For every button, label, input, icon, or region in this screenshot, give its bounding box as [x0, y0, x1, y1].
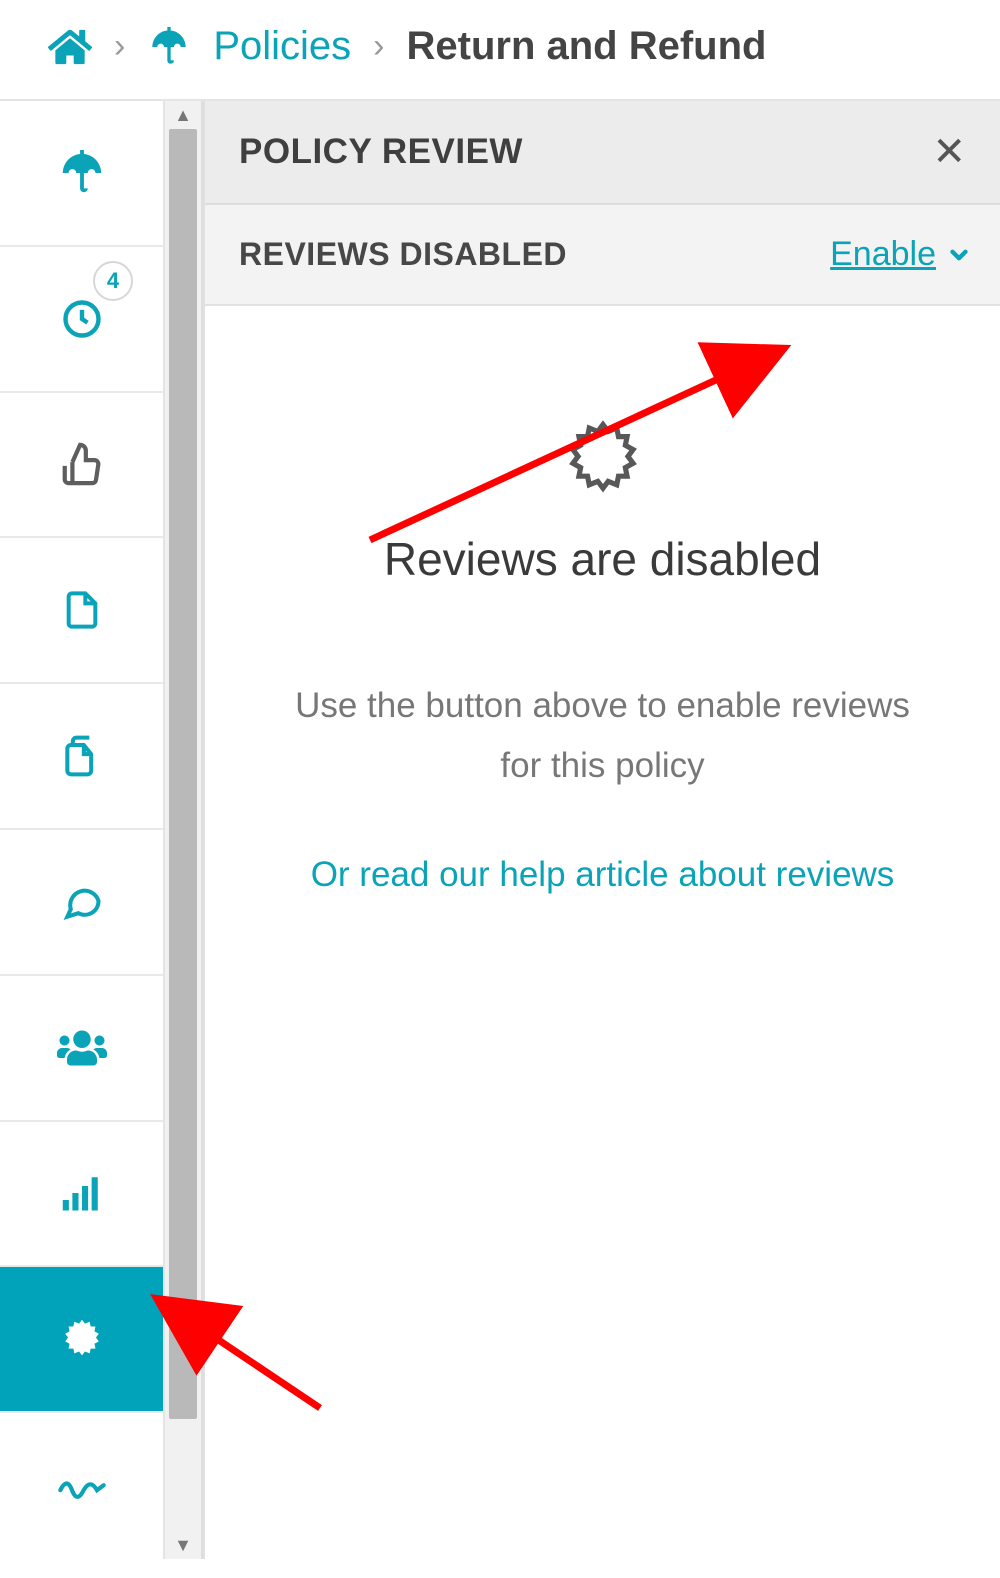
umbrella-icon[interactable] — [147, 27, 191, 67]
breadcrumb: › Policies › Return and Refund — [0, 0, 1000, 101]
thumbs-up-icon — [59, 441, 105, 487]
sidebar-item-history[interactable]: 4 — [0, 247, 163, 393]
panel-subheader: REVIEWS DISABLED Enable — [205, 205, 1000, 306]
panel-header: POLICY REVIEW ✕ — [205, 101, 1000, 205]
enable-label: Enable — [830, 235, 936, 274]
reviews-disabled-subtext: Use the button above to enable reviews f… — [283, 676, 923, 795]
panel-title: POLICY REVIEW — [239, 132, 523, 172]
umbrella-icon — [59, 150, 105, 196]
reviews-status-label: REVIEWS DISABLED — [239, 236, 567, 273]
enable-reviews-button[interactable]: Enable — [830, 235, 972, 274]
sidebar-item-review[interactable] — [0, 1267, 163, 1413]
sidebar-item-signature[interactable] — [0, 1413, 163, 1559]
badge-count: 4 — [93, 261, 133, 301]
close-icon[interactable]: ✕ — [932, 129, 966, 175]
panel-body: Reviews are disabled Use the button abov… — [205, 306, 1000, 1559]
breadcrumb-separator: › — [114, 27, 125, 66]
sidebar-scrollbar[interactable]: ▲ ▼ — [165, 101, 203, 1559]
file-icon — [62, 587, 102, 633]
help-article-link[interactable]: Or read our help article about reviews — [311, 845, 895, 905]
files-icon — [60, 732, 104, 780]
sidebar-item-users[interactable] — [0, 976, 163, 1122]
scroll-thumb[interactable] — [169, 129, 197, 1419]
sidebar-item-stats[interactable] — [0, 1122, 163, 1268]
breadcrumb-separator: › — [373, 27, 384, 66]
squiggle-icon — [57, 1468, 107, 1504]
people-icon — [56, 1028, 108, 1068]
reviews-disabled-heading: Reviews are disabled — [384, 532, 821, 586]
scroll-down-arrow[interactable]: ▼ — [165, 1531, 201, 1559]
policy-review-panel: POLICY REVIEW ✕ REVIEWS DISABLED Enable … — [203, 101, 1000, 1559]
breadcrumb-policies-link[interactable]: Policies — [213, 24, 351, 69]
clock-icon — [60, 297, 104, 341]
chat-icon — [57, 880, 107, 924]
sidebar-item-comments[interactable] — [0, 830, 163, 976]
sidebar-item-policies[interactable] — [0, 101, 163, 247]
sidebar: 4 — [0, 101, 165, 1559]
home-icon[interactable] — [48, 27, 92, 67]
chevron-down-icon — [946, 242, 972, 268]
scroll-up-arrow[interactable]: ▲ — [165, 101, 201, 129]
sidebar-item-document[interactable] — [0, 538, 163, 684]
seal-outline-icon — [560, 416, 646, 502]
sidebar-item-copies[interactable] — [0, 684, 163, 830]
bars-icon — [59, 1172, 105, 1214]
breadcrumb-current: Return and Refund — [407, 24, 767, 69]
seal-icon — [58, 1315, 106, 1363]
sidebar-item-approvals[interactable] — [0, 393, 163, 539]
scroll-track[interactable] — [165, 129, 201, 1531]
